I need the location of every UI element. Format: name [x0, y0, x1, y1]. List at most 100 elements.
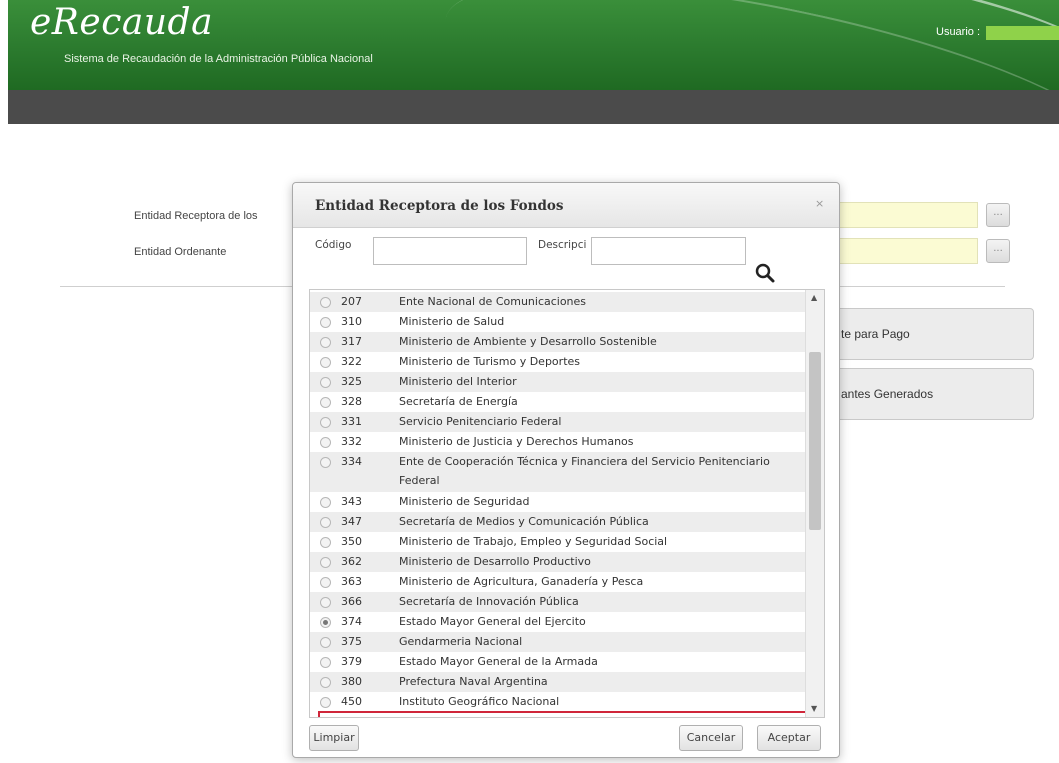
entidad-ordenante-label: Entidad Ordenante [134, 246, 227, 258]
aceptar-button[interactable]: Aceptar [757, 725, 821, 751]
row-code: 310 [341, 315, 362, 328]
row-code: 334 [341, 455, 362, 468]
row-description: Ministerio de Trabajo, Empleo y Segurida… [399, 535, 668, 548]
row-radio-button[interactable] [320, 517, 331, 528]
list-item[interactable]: 374 Estado Mayor General del Ejercito [310, 612, 805, 632]
row-code: 362 [341, 555, 362, 568]
row-radio-button[interactable] [320, 617, 331, 628]
row-code: 343 [341, 495, 362, 508]
row-description: Ministerio de Justicia y Derechos Humano… [399, 435, 634, 448]
entidad-ordenante-lookup-button[interactable]: ... [986, 239, 1010, 263]
comprobantes-generados-label: antes Generados [841, 387, 934, 401]
navigation-bar [8, 90, 1059, 124]
row-code: 347 [341, 515, 362, 528]
search-icon [755, 263, 775, 283]
row-description: Estado Mayor General de la Armada [399, 655, 598, 668]
list-item[interactable]: 375 Gendarmeria Nacional [310, 632, 805, 652]
list-item[interactable]: 331 Servicio Penitenciario Federal [310, 412, 805, 432]
generar-comprobante-label: te para Pago [841, 327, 910, 341]
list-item[interactable]: 334 Ente de Cooperación Técnica y Financi… [310, 452, 805, 492]
row-radio-button[interactable] [320, 677, 331, 688]
row-code: 317 [341, 335, 362, 348]
list-item[interactable]: 363 Ministerio de Agricultura, Ganadería … [310, 572, 805, 592]
list-item[interactable]: 362 Ministerio de Desarrollo Productivo [310, 552, 805, 572]
row-description: Ministerio de Agricultura, Ganadería y P… [399, 575, 644, 588]
list-item[interactable]: 322 Ministerio de Turismo y Deportes [310, 352, 805, 372]
row-code: 325 [341, 375, 362, 388]
row-description: Servicio Penitenciario Federal [399, 415, 562, 428]
row-radio-button[interactable] [320, 317, 331, 328]
row-radio-button[interactable] [320, 437, 331, 448]
row-radio-button[interactable] [320, 337, 331, 348]
scroll-up-icon[interactable]: ▲ [811, 293, 817, 302]
entidad-receptora-field[interactable] [836, 202, 978, 228]
list-item[interactable]: 450 Instituto Geográfico Nacional [310, 692, 805, 712]
row-code: 380 [341, 675, 362, 688]
row-radio-button[interactable] [320, 577, 331, 588]
list-item[interactable]: 317 Ministerio de Ambiente y Desarrollo S… [310, 332, 805, 352]
row-code: 379 [341, 655, 362, 668]
row-description: Secretaría de Medios y Comunicación Públ… [399, 515, 649, 528]
row-code: 322 [341, 355, 362, 368]
list-item[interactable]: 347 Secretaría de Medios y Comunicación P… [310, 512, 805, 532]
row-code: 450 [341, 695, 362, 708]
row-radio-button[interactable] [320, 597, 331, 608]
list-item[interactable]: 328 Secretaría de Energía [310, 392, 805, 412]
row-description: Prefectura Naval Argentina [399, 675, 548, 688]
row-radio-button[interactable] [320, 657, 331, 668]
row-code: 374 [341, 615, 362, 628]
comprobantes-generados-card[interactable]: antes Generados [820, 368, 1034, 420]
row-radio-button[interactable] [320, 397, 331, 408]
user-name-field [986, 26, 1059, 40]
list-item[interactable]: 379 Estado Mayor General de la Armada [310, 652, 805, 672]
list-item[interactable]: 366 Secretaría de Innovación Pública [310, 592, 805, 612]
list-item[interactable]: 325 Ministerio del Interior [310, 372, 805, 392]
list-item[interactable]: 350 Ministerio de Trabajo, Empleo y Segur… [310, 532, 805, 552]
list-item[interactable]: 380 Prefectura Naval Argentina [310, 672, 805, 692]
codigo-label: Código [315, 239, 352, 251]
entidad-ordenante-field[interactable] [836, 238, 978, 264]
row-radio-button[interactable] [320, 637, 331, 648]
list-item[interactable]: 207 Ente Nacional de Comunicaciones [310, 292, 805, 312]
row-radio-button[interactable] [320, 377, 331, 388]
scroll-down-icon[interactable]: ▼ [811, 704, 817, 713]
entidad-receptora-label: Entidad Receptora de los [134, 210, 258, 222]
row-code: 207 [341, 295, 362, 308]
scroll-thumb[interactable] [809, 352, 821, 530]
list-item[interactable]: 343 Ministerio de Seguridad [310, 492, 805, 512]
selected-row-highlight [318, 711, 814, 717]
list-item[interactable]: 332 Ministerio de Justicia y Derechos Hum… [310, 432, 805, 452]
row-code: 375 [341, 635, 362, 648]
entidad-receptora-lookup-button[interactable]: ... [986, 203, 1010, 227]
close-icon[interactable]: × [815, 197, 824, 210]
row-code: 331 [341, 415, 362, 428]
row-radio-button[interactable] [320, 557, 331, 568]
row-radio-button[interactable] [320, 457, 331, 468]
codigo-input[interactable] [373, 237, 527, 265]
row-description: Ministerio de Turismo y Deportes [399, 355, 581, 368]
row-description: Gendarmeria Nacional [399, 635, 523, 648]
row-description: Secretaría de Innovación Pública [399, 595, 579, 608]
row-radio-button[interactable] [320, 497, 331, 508]
generar-comprobante-card[interactable]: te para Pago [820, 308, 1034, 360]
search-button[interactable] [751, 259, 781, 287]
list-scrollbar[interactable]: ▲ ▼ [805, 290, 824, 717]
row-radio-button[interactable] [320, 537, 331, 548]
row-radio-button[interactable] [320, 697, 331, 708]
row-radio-button[interactable] [320, 357, 331, 368]
app-subtitle: Sistema de Recaudación de la Administrac… [64, 53, 373, 65]
row-code: 350 [341, 535, 362, 548]
entidad-list: 207 Ente Nacional de Comunicaciones 310 Min… [309, 289, 825, 718]
row-description: Ministerio de Salud [399, 315, 505, 328]
descripcion-label: Descripci [538, 239, 587, 251]
dialog-title: Entidad Receptora de los Fondos [315, 198, 564, 214]
limpiar-button[interactable]: Limpiar [309, 725, 359, 751]
row-description: Ministerio del Interior [399, 375, 517, 388]
row-radio-button[interactable] [320, 417, 331, 428]
descripcion-input[interactable] [591, 237, 746, 265]
row-description: Ente de Cooperación Técnica y Financiera… [399, 455, 770, 487]
row-description: Ministerio de Ambiente y Desarrollo Sost… [399, 335, 657, 348]
row-radio-button[interactable] [320, 297, 331, 308]
list-item[interactable]: 310 Ministerio de Salud [310, 312, 805, 332]
cancelar-button[interactable]: Cancelar [679, 725, 743, 751]
